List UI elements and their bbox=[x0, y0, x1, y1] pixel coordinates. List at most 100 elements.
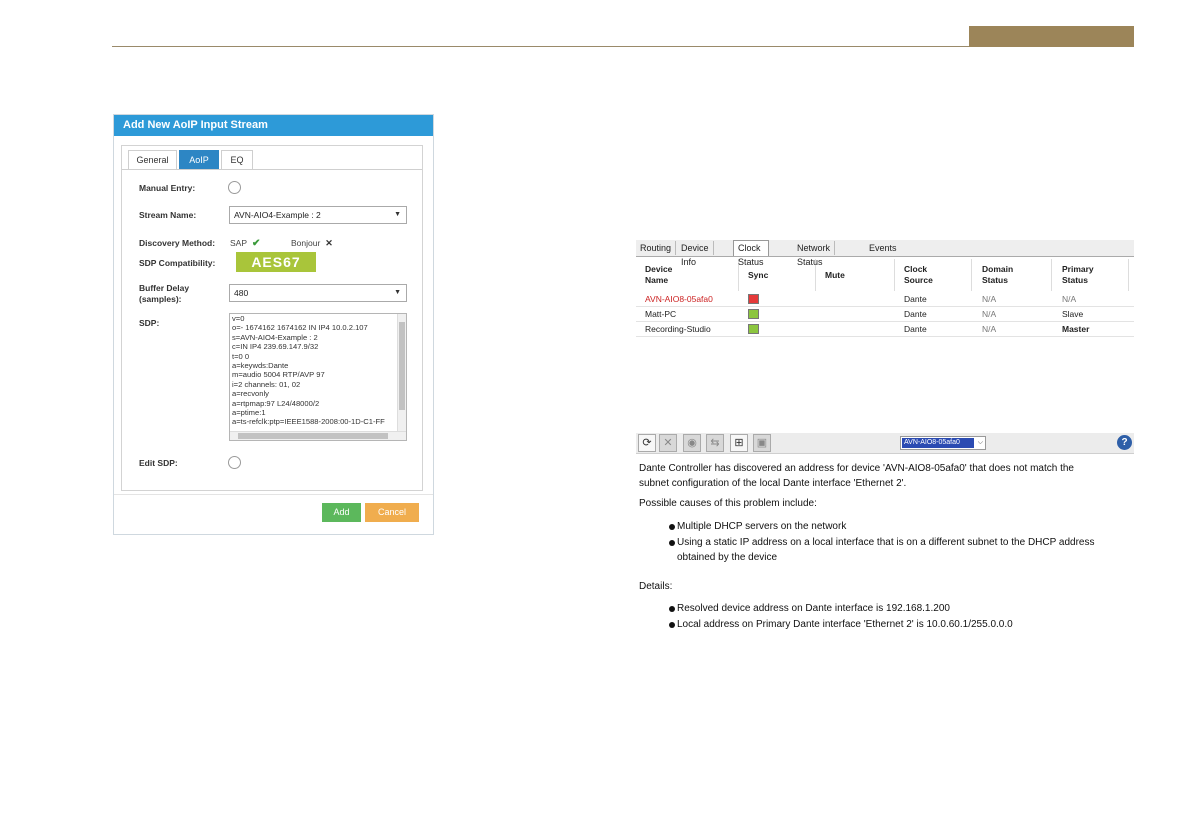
cause-item: Multiple DHCP servers on the network bbox=[677, 521, 847, 532]
header-line: Primary bbox=[1062, 264, 1094, 274]
sdp-line: a=keywds:Dante bbox=[232, 361, 289, 371]
sdp-compatibility-label: SDP Compatibility: bbox=[139, 258, 216, 268]
sdp-vertical-scrollbar[interactable] bbox=[397, 314, 406, 432]
column-divider bbox=[971, 259, 972, 291]
network-icon[interactable]: ⇆ bbox=[706, 434, 724, 452]
bonjour-indicator: Bonjour ✕ bbox=[291, 238, 333, 249]
header-line: Domain bbox=[982, 264, 1014, 274]
sdp-line: t=0 0 bbox=[232, 351, 250, 361]
details-label: Details: bbox=[639, 581, 673, 592]
sap-indicator: SAP ✔ bbox=[230, 238, 260, 249]
buffer-delay-select[interactable]: 480 ▼ bbox=[229, 284, 407, 302]
primary-status-cell: Slave bbox=[1062, 309, 1084, 319]
add-aoip-stream-dialog: Add New AoIP Input Stream General AoIP E… bbox=[113, 114, 434, 535]
help-icon[interactable]: ? bbox=[1117, 435, 1132, 450]
aes67-badge: AES67 bbox=[236, 252, 316, 272]
column-divider bbox=[894, 259, 895, 291]
sync-indicator-green bbox=[748, 309, 759, 319]
tab-general[interactable]: General bbox=[128, 150, 177, 169]
cross-icon: ✕ bbox=[322, 238, 333, 248]
clock-tab-divider bbox=[636, 256, 1134, 257]
edit-sdp-label: Edit SDP: bbox=[139, 458, 178, 468]
column-header-primary-status[interactable]: Primary Status bbox=[1062, 264, 1094, 286]
column-header-sync[interactable]: Sync bbox=[748, 270, 768, 281]
sdp-line: s=AVN-AIO4-Example : 2 bbox=[232, 332, 318, 342]
table-row[interactable]: Recording-Studio Dante N/A Master bbox=[636, 323, 1134, 337]
chevron-down-icon: ▼ bbox=[394, 211, 401, 218]
stream-name-select[interactable]: AVN-AIO4-Example : 2 ▼ bbox=[229, 206, 407, 224]
table-row[interactable]: Matt-PC Dante N/A Slave bbox=[636, 308, 1134, 322]
buffer-delay-label-line2: (samples): bbox=[139, 294, 182, 304]
add-button[interactable]: Add bbox=[322, 503, 361, 522]
sdp-content: v=0 o=- 1674162 1674162 IN IP4 10.0.2.107… bbox=[230, 314, 406, 427]
tab-eq[interactable]: EQ bbox=[221, 150, 253, 169]
sdp-line: a=ts-refclk:ptp=IEEE1588-2008:00-1D-C1-F… bbox=[232, 417, 385, 427]
chevron-down-icon: ⌵ bbox=[977, 439, 983, 446]
sync-indicator-red bbox=[748, 294, 759, 304]
header-line: Clock bbox=[904, 264, 928, 274]
edit-sdp-radio[interactable] bbox=[228, 456, 241, 469]
eye-icon[interactable]: ◉ bbox=[683, 434, 701, 452]
device-name-cell: AVN-AIO8-05afa0 bbox=[645, 294, 713, 304]
tab-aoip[interactable]: AoIP bbox=[179, 150, 219, 169]
tab-device-info[interactable]: Device Info bbox=[677, 241, 714, 267]
column-header-domain-status[interactable]: Domain Status bbox=[982, 264, 1013, 286]
column-divider bbox=[1128, 259, 1129, 291]
scroll-thumb[interactable] bbox=[399, 322, 405, 410]
column-header-mute[interactable]: Mute bbox=[825, 270, 845, 281]
add-icon[interactable]: ⊞ bbox=[730, 434, 748, 452]
primary-status-cell: N/A bbox=[1062, 294, 1077, 304]
sap-label: SAP bbox=[230, 238, 247, 248]
header-line: Status bbox=[1062, 275, 1088, 285]
sdp-horizontal-scrollbar[interactable] bbox=[230, 431, 406, 440]
sync-indicator-green bbox=[748, 324, 759, 334]
sdp-line: a=ptime:1 bbox=[232, 408, 266, 418]
sdp-label: SDP: bbox=[139, 318, 160, 328]
dialog-body: General AoIP EQ Manual Entry: Stream Nam… bbox=[121, 145, 423, 491]
tab-events[interactable]: Events bbox=[865, 241, 901, 255]
sdp-line: i=2 channels: 01, 02 bbox=[232, 379, 301, 389]
clock-source-cell: Dante bbox=[904, 294, 927, 304]
header-line: Source bbox=[904, 275, 933, 285]
cancel-button[interactable]: Cancel bbox=[365, 503, 419, 522]
causes-intro: Possible causes of this problem include: bbox=[639, 498, 817, 509]
device-select-value: AVN-AIO8-05afa0 bbox=[902, 438, 974, 448]
wrench-icon[interactable]: ✕ bbox=[659, 434, 677, 452]
column-header-device-name[interactable]: Device Name bbox=[645, 264, 672, 286]
clock-source-cell: Dante bbox=[904, 309, 927, 319]
detail-item: Resolved device address on Dante interfa… bbox=[677, 603, 950, 614]
domain-status-cell: N/A bbox=[982, 324, 997, 334]
device-name-cell: Matt-PC bbox=[645, 309, 677, 319]
cause-item: Using a static IP address on a local int… bbox=[677, 537, 1095, 548]
refresh-icon[interactable]: ⟳ bbox=[638, 434, 656, 452]
stream-name-value: AVN-AIO4-Example : 2 bbox=[234, 210, 321, 220]
scroll-thumb[interactable] bbox=[238, 433, 388, 439]
lock-icon[interactable]: ▣ bbox=[753, 434, 771, 452]
buffer-delay-label: Buffer Delay (samples): bbox=[139, 283, 189, 305]
primary-status-cell: Master bbox=[1062, 324, 1090, 334]
detail-item: Local address on Primary Dante interface… bbox=[677, 619, 1013, 630]
manual-entry-radio[interactable] bbox=[228, 181, 241, 194]
manual-entry-label: Manual Entry: bbox=[139, 183, 196, 193]
discovery-method-label: Discovery Method: bbox=[139, 238, 216, 248]
message-line-1: Dante Controller has discovered an addre… bbox=[639, 463, 1074, 474]
tab-routing[interactable]: Routing bbox=[636, 241, 677, 255]
column-header-clock-source[interactable]: Clock Source bbox=[904, 264, 933, 286]
sdp-textarea[interactable]: v=0 o=- 1674162 1674162 IN IP4 10.0.2.107… bbox=[229, 313, 407, 441]
bullet-icon bbox=[669, 524, 675, 530]
tab-divider bbox=[122, 169, 422, 170]
header-line: Device bbox=[645, 264, 673, 274]
check-icon: ✔ bbox=[249, 238, 261, 249]
sdp-line: v=0 bbox=[232, 314, 245, 323]
tab-clock-status[interactable]: Clock Status bbox=[733, 240, 769, 267]
dialog-footer-divider bbox=[114, 494, 433, 495]
dante-toolbar: ⟳ ✕ ◉ ⇆ ⊞ ▣ AVN-AIO8-05afa0 ⌵ ? bbox=[636, 433, 1134, 454]
device-select[interactable]: AVN-AIO8-05afa0 ⌵ bbox=[900, 436, 986, 450]
sdp-line: m=audio 5004 RTP/AVP 97 bbox=[232, 370, 325, 380]
table-row[interactable]: AVN-AIO8-05afa0 Dante N/A N/A bbox=[636, 293, 1134, 307]
tab-network-status[interactable]: Network Status bbox=[793, 241, 836, 267]
device-name-cell: Recording-Studio bbox=[645, 324, 711, 334]
cause-item-continuation: obtained by the device bbox=[677, 552, 778, 563]
domain-status-cell: N/A bbox=[982, 294, 997, 304]
clock-source-cell: Dante bbox=[904, 324, 927, 334]
